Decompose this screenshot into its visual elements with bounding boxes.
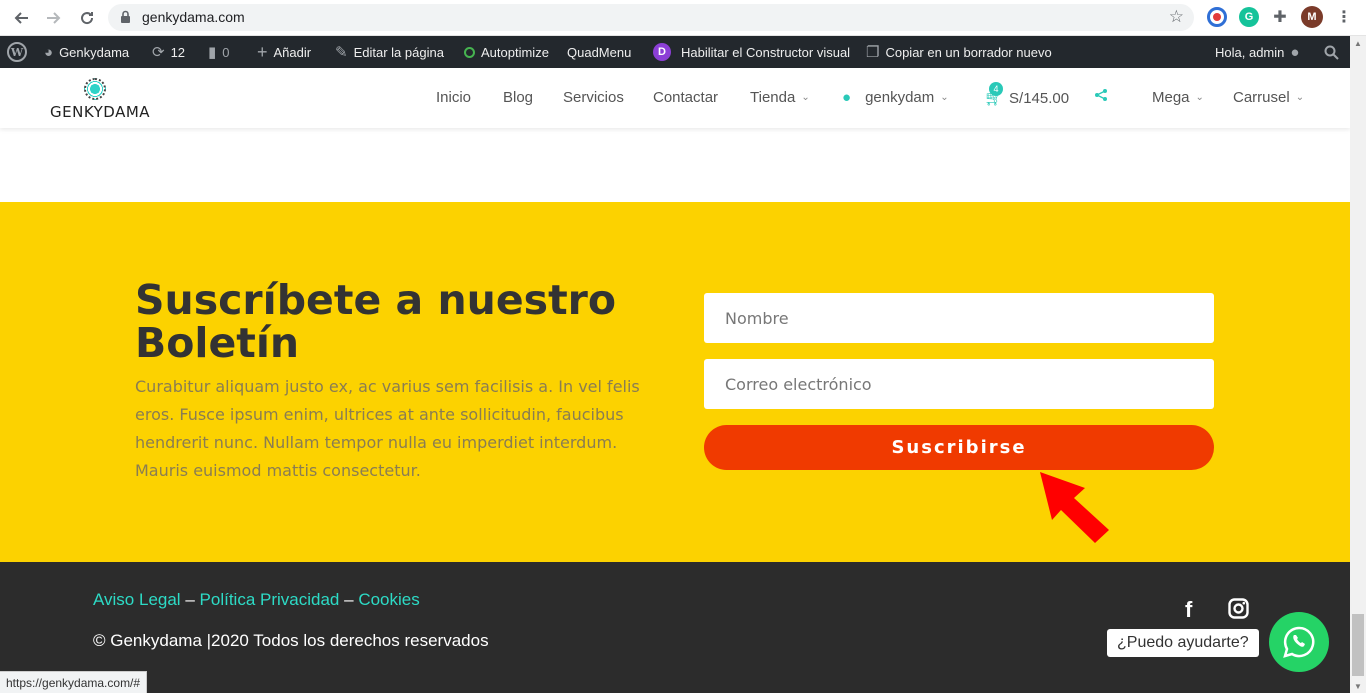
menu-item-blog[interactable]: Blog bbox=[503, 89, 533, 106]
menu-item-servicios[interactable]: Servicios bbox=[563, 89, 624, 106]
status-bar-url: https://genkydama.com/# bbox=[0, 671, 148, 693]
whatsapp-icon bbox=[1283, 626, 1315, 658]
comments-count: 0 bbox=[222, 44, 230, 60]
scroll-up-icon[interactable]: ▲ bbox=[1350, 36, 1366, 50]
comment-icon: ▮ bbox=[208, 44, 217, 61]
red-arrow-icon bbox=[1040, 472, 1109, 543]
newsletter-title: Suscríbete a nuestro Boletín bbox=[135, 276, 617, 367]
admin-edit-page-link[interactable]: ✎ Editar la página bbox=[335, 36, 444, 68]
visual-builder-label: Habilitar el Constructor visual bbox=[681, 44, 851, 60]
profile-avatar[interactable]: M bbox=[1301, 6, 1323, 28]
grammarly-icon[interactable]: G bbox=[1239, 7, 1259, 27]
user-icon: ● bbox=[842, 89, 852, 106]
menu-item-inicio[interactable]: Inicio bbox=[436, 89, 471, 106]
chevron-down-icon: ⌄ bbox=[1295, 92, 1305, 103]
cart-total: S/145.00 bbox=[1009, 89, 1070, 107]
instagram-icon[interactable] bbox=[1228, 598, 1249, 625]
edit-page-label: Editar la página bbox=[353, 44, 444, 60]
admin-quadmenu-link[interactable]: QuadMenu bbox=[567, 36, 631, 68]
forward-arrow-icon[interactable] bbox=[42, 6, 66, 30]
wordpress-logo-icon[interactable]: W bbox=[7, 36, 27, 68]
scrollbar-thumb[interactable] bbox=[1352, 614, 1364, 676]
chevron-down-icon: ⌄ bbox=[940, 92, 949, 103]
admin-account-link[interactable]: Hola, admin ● bbox=[1215, 36, 1299, 68]
chevron-down-icon: ⌄ bbox=[1195, 92, 1204, 103]
add-new-label: Añadir bbox=[273, 44, 312, 60]
extensions-puzzle-icon[interactable]: ✚ bbox=[1270, 7, 1290, 27]
updates-count: 12 bbox=[170, 44, 186, 60]
updates-icon: ⟳ bbox=[152, 44, 165, 61]
greeting-label: Hola, admin bbox=[1215, 44, 1285, 60]
admin-comments-link[interactable]: ▮ 0 bbox=[208, 36, 230, 68]
user-label: genkydam bbox=[865, 89, 935, 106]
lock-icon bbox=[120, 10, 131, 29]
plus-icon: + bbox=[257, 41, 268, 62]
newsletter-description: Curabitur aliquam justo ex, ac varius se… bbox=[135, 377, 640, 480]
url-text: genkydama.com bbox=[142, 9, 245, 25]
svg-text:W: W bbox=[10, 46, 24, 59]
admin-search-icon[interactable] bbox=[1324, 36, 1339, 68]
reload-icon[interactable] bbox=[75, 6, 99, 30]
menu-item-tienda[interactable]: Tienda ⌄ bbox=[750, 89, 810, 106]
link-separator: – bbox=[344, 590, 354, 609]
scroll-down-icon[interactable]: ▼ bbox=[1350, 679, 1366, 693]
subscribe-button[interactable]: Suscribirse bbox=[704, 425, 1214, 470]
chat-prompt[interactable]: ¿Puedo ayudarte? bbox=[1107, 629, 1259, 657]
autoptimize-label: Autoptimize bbox=[481, 44, 549, 60]
bookmark-star-icon[interactable]: ☆ bbox=[1169, 7, 1184, 27]
divi-logo-icon: D bbox=[653, 43, 671, 61]
logo-icon[interactable] bbox=[84, 78, 106, 100]
admin-add-new-link[interactable]: + Añadir bbox=[257, 36, 311, 68]
cookies-link[interactable]: Cookies bbox=[358, 590, 419, 609]
dashboard-icon: ◕ bbox=[44, 43, 54, 61]
share-icon[interactable] bbox=[1095, 89, 1107, 101]
name-field[interactable] bbox=[704, 293, 1214, 343]
copyright-text: © Genkydama |2020 Todos los derechos res… bbox=[93, 631, 489, 650]
privacy-link[interactable]: Política Privacidad bbox=[200, 590, 340, 609]
facebook-icon[interactable]: f bbox=[1185, 597, 1192, 623]
email-field[interactable] bbox=[704, 359, 1214, 409]
pencil-icon: ✎ bbox=[335, 44, 348, 61]
admin-copy-draft-link[interactable]: ❐ Copiar en un borrador nuevo bbox=[866, 36, 1052, 68]
extension-icon[interactable] bbox=[1207, 7, 1227, 27]
page-scrollbar[interactable] bbox=[1350, 36, 1366, 693]
legal-link[interactable]: Aviso Legal bbox=[93, 590, 181, 609]
quadmenu-label: QuadMenu bbox=[567, 44, 632, 60]
admin-site-link[interactable]: ◕ Genkydama bbox=[44, 36, 129, 68]
menu-item-user[interactable]: ● genkydam ⌄ bbox=[842, 89, 949, 106]
admin-visual-builder-link[interactable]: D Habilitar el Constructor visual bbox=[653, 36, 850, 68]
site-logo-text[interactable]: GENKYDAMA bbox=[50, 103, 150, 121]
wp-admin-bar: W ◕ Genkydama ⟳ 12 ▮ 0 + Añadir ✎ Editar… bbox=[0, 36, 1350, 68]
admin-autoptimize-link[interactable]: Autoptimize bbox=[464, 36, 549, 68]
footer-links: Aviso Legal – Política Privacidad – Cook… bbox=[93, 590, 420, 610]
mega-label: Mega bbox=[1152, 89, 1190, 106]
chevron-down-icon: ⌄ bbox=[801, 92, 810, 103]
whatsapp-button[interactable] bbox=[1269, 612, 1329, 672]
address-bar[interactable]: genkydama.com ☆ bbox=[108, 4, 1194, 31]
menu-item-contactar[interactable]: Contactar bbox=[653, 89, 718, 106]
copy-icon: ❐ bbox=[866, 44, 880, 61]
browser-menu-icon[interactable]: ⋮ bbox=[1334, 7, 1354, 27]
cart-count-badge: 4 bbox=[989, 82, 1003, 96]
admin-site-name: Genkydama bbox=[59, 44, 130, 60]
back-arrow-icon[interactable] bbox=[9, 6, 33, 30]
menu-item-carrusel[interactable]: Carrusel ⌄ bbox=[1233, 89, 1304, 106]
site-footer bbox=[0, 562, 1350, 693]
user-icon: ● bbox=[1290, 43, 1300, 61]
tienda-label: Tienda bbox=[750, 89, 796, 106]
admin-updates-link[interactable]: ⟳ 12 bbox=[152, 36, 185, 68]
browser-toolbar: genkydama.com ☆ G ✚ M ⋮ bbox=[0, 0, 1366, 36]
menu-item-mega[interactable]: Mega ⌄ bbox=[1152, 89, 1204, 106]
link-separator: – bbox=[185, 590, 195, 609]
copy-draft-label: Copiar en un borrador nuevo bbox=[885, 44, 1052, 60]
status-dot-icon bbox=[464, 46, 475, 58]
carrusel-label: Carrusel bbox=[1233, 89, 1290, 106]
